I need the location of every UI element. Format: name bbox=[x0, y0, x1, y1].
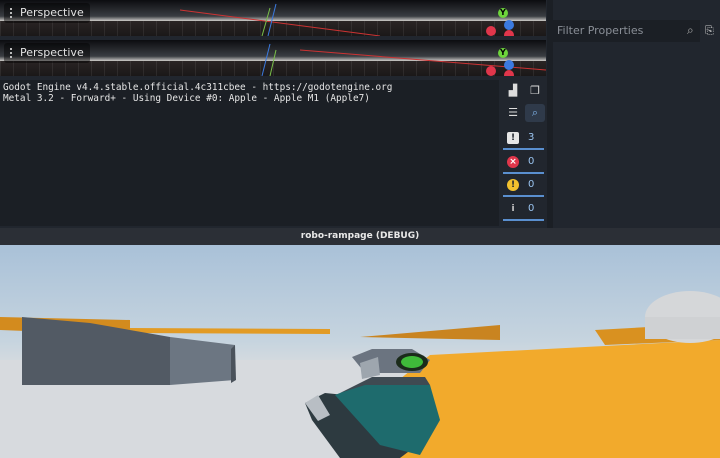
x-axis-neg-icon bbox=[504, 30, 514, 36]
filter-properties-input[interactable]: Filter Properties bbox=[553, 20, 700, 42]
search-icon: ⌕ bbox=[531, 106, 539, 119]
collapse-toggle[interactable]: ☰ bbox=[503, 104, 523, 122]
output-log[interactable]: Godot Engine v4.4.stable.official.4c311c… bbox=[0, 80, 499, 226]
grip-icon bbox=[10, 48, 14, 58]
message-icon: ! bbox=[507, 132, 519, 144]
orientation-gizmo[interactable]: Y bbox=[486, 42, 532, 76]
inspector-panel: Filter Properties ⌕ ⎘ bbox=[553, 20, 720, 228]
warning-icon: ! bbox=[507, 179, 519, 191]
copy-log-button[interactable]: ❐ bbox=[525, 82, 545, 100]
info-icon: ⅰ bbox=[511, 204, 515, 214]
filter-messages-toggle[interactable]: ! 3 bbox=[503, 130, 544, 150]
z-axis-icon bbox=[504, 60, 514, 70]
orientation-gizmo[interactable]: Y bbox=[486, 2, 532, 36]
search-toggle[interactable]: ⌕ bbox=[525, 104, 545, 122]
godot-editor: Perspective Y Perspective Y Godot Engine… bbox=[0, 0, 720, 228]
error-icon: × bbox=[507, 156, 519, 168]
log-line: Godot Engine v4.4.stable.official.4c311c… bbox=[3, 82, 393, 93]
viewport-perspective-1[interactable]: Perspective Y bbox=[0, 0, 546, 36]
x-axis-icon bbox=[486, 66, 496, 76]
broom-icon: ▟ bbox=[508, 84, 518, 97]
filter-errors-toggle[interactable]: × 0 bbox=[503, 154, 544, 174]
game-window-title: robo-rampage (DEBUG) bbox=[0, 228, 720, 245]
log-line: Metal 3.2 - Forward+ - Using Device #0: … bbox=[3, 93, 370, 104]
filter-editor-toggle[interactable]: ⅰ 0 bbox=[503, 201, 544, 221]
copy-icon: ❐ bbox=[530, 84, 540, 97]
viewport-perspective-2[interactable]: Perspective Y bbox=[0, 40, 546, 76]
clear-log-button[interactable]: ▟ bbox=[503, 82, 523, 100]
game-scene bbox=[0, 291, 720, 458]
inspector-options-button[interactable]: ⎘ bbox=[705, 24, 714, 38]
search-icon: ⌕ bbox=[687, 23, 694, 37]
grip-icon bbox=[10, 8, 14, 18]
viewport-menu-button[interactable]: Perspective bbox=[4, 3, 90, 23]
output-toolbar: ▟ ❐ ☰ ⌕ ! 3 × 0 ! 0 ⅰ 0 bbox=[501, 80, 546, 226]
x-axis-neg-icon bbox=[504, 70, 514, 76]
viewport-menu-button[interactable]: Perspective bbox=[4, 43, 90, 63]
z-axis-icon bbox=[504, 20, 514, 30]
game-viewport[interactable] bbox=[0, 245, 720, 458]
filter-warnings-toggle[interactable]: ! 0 bbox=[503, 177, 544, 197]
list-icon: ☰ bbox=[508, 106, 518, 119]
x-axis-icon bbox=[486, 26, 496, 36]
